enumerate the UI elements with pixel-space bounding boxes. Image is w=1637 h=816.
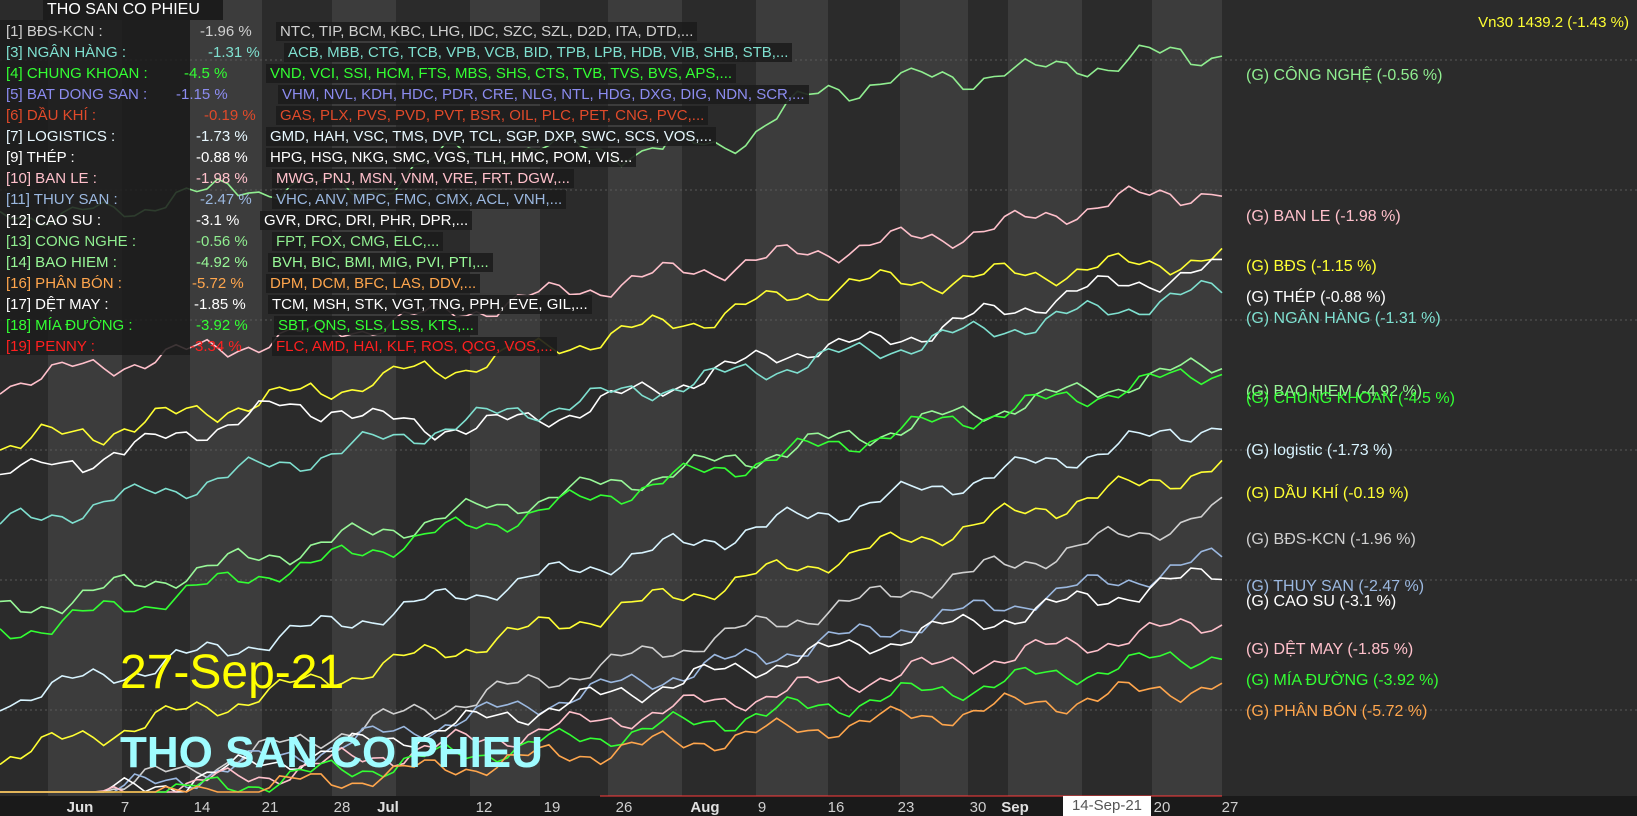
series-end-label: (G) PHÂN BÓN (-5.72 %) bbox=[1246, 703, 1428, 720]
x-tick-label: Jun bbox=[67, 799, 94, 816]
x-tick-label: 12 bbox=[476, 799, 493, 816]
x-tick-label: 28 bbox=[334, 799, 351, 816]
legend-sector-pct: -3.1 % bbox=[196, 212, 240, 229]
series-end-label: (G) CHUNG KHOAN (-4.5 %) bbox=[1246, 390, 1455, 407]
grid-band bbox=[900, 0, 968, 796]
legend-sector-stocks: GMD, HAH, VSC, TMS, DVP, TCL, SGP, DXP, … bbox=[266, 127, 717, 146]
legend-sector-name: [16] PHÂN BÓN : bbox=[6, 275, 122, 292]
legend-sector-pct: -1.15 % bbox=[176, 86, 228, 103]
grid-band bbox=[968, 0, 1008, 796]
legend-sector-name: [12] CAO SU : bbox=[6, 212, 102, 229]
vn30-index-label: Vn30 1439.2 (-1.43 %) bbox=[1478, 14, 1629, 31]
legend-sector-pct: -0.56 % bbox=[196, 233, 248, 250]
legend-sector-name: [3] NGÂN HÀNG : bbox=[6, 44, 127, 61]
legend-sector-name: [9] THÉP : bbox=[6, 149, 75, 166]
series-end-label: (G) BAN LE (-1.98 %) bbox=[1246, 208, 1401, 225]
legend-sector-name: [13] CONG NGHE : bbox=[6, 233, 137, 250]
legend-sector-name: [4] CHUNG KHOAN : bbox=[6, 65, 148, 82]
x-tick-label: 20 bbox=[1154, 799, 1171, 816]
legend-sector-stocks: HPG, HSG, NKG, SMC, VGS, TLH, HMC, POM, … bbox=[266, 148, 637, 167]
legend-sector-name: [1] BĐS-KCN : bbox=[6, 23, 103, 40]
series-end-label: (G) BĐS (-1.15 %) bbox=[1246, 258, 1377, 275]
legend-sector-stocks: FPT, FOX, CMG, ELC,... bbox=[272, 232, 444, 251]
legend-sector-stocks: GAS, PLX, PVS, PVD, PVT, BSR, OIL, PLC, … bbox=[276, 106, 709, 125]
x-tick-label: 14 bbox=[194, 799, 211, 816]
x-tick-label: Sep bbox=[1001, 799, 1029, 816]
x-tick-label: 16 bbox=[828, 799, 845, 816]
legend-sector-name: [17] DỆT MAY : bbox=[6, 296, 109, 313]
legend-sector-name: [19] PENNY : bbox=[6, 338, 95, 355]
legend-sector-pct: -4.5 % bbox=[184, 65, 228, 82]
legend-sector-name: [11] THUY SAN : bbox=[6, 191, 118, 208]
legend-sector-stocks: ACB, MBB, CTG, TCB, VPB, VCB, BID, TPB, … bbox=[284, 43, 793, 62]
legend-sector-name: [5] BAT DONG SAN : bbox=[6, 86, 148, 103]
x-axis-strip bbox=[0, 796, 1637, 816]
series-end-label: (G) CAO SU (-3.1 %) bbox=[1246, 593, 1397, 610]
series-end-label: (G) DẦU KHÍ (-0.19 %) bbox=[1246, 485, 1409, 502]
legend-sector-pct: -3.34 % bbox=[190, 338, 242, 355]
legend-sector-pct: -0.88 % bbox=[196, 149, 248, 166]
legend-sector-stocks: DPM, DCM, BFC, LAS, DDV,... bbox=[266, 274, 481, 293]
legend-sector-name: [6] DẦU KHÍ : bbox=[6, 107, 97, 124]
grid-band bbox=[756, 0, 828, 796]
legend-sector-stocks: GVR, DRC, DRI, PHR, DPR,... bbox=[260, 211, 473, 230]
x-tick-label: 7 bbox=[121, 799, 129, 816]
x-tick-label: 21 bbox=[262, 799, 279, 816]
legend-sector-name: [7] LOGISTICS : bbox=[6, 128, 116, 145]
series-end-label: (G) NGÂN HÀNG (-1.31 %) bbox=[1246, 310, 1441, 327]
chart-stage: Jun 7 14 21 28 Jul 12 19 26 Aug 9 16 23 30 Sep 20 27 THO… bbox=[0, 0, 1637, 816]
series-end-label: (G) DỆT MAY (-1.85 %) bbox=[1246, 641, 1414, 658]
x-tick-label: 23 bbox=[898, 799, 915, 816]
legend-sector-stocks: SBT, QNS, SLS, LSS, KTS,... bbox=[274, 316, 478, 335]
legend-sector-stocks: NTC, TIP, BCM, KBC, LHG, IDC, SZC, SZL, … bbox=[276, 22, 698, 41]
legend-sector-pct: -1.73 % bbox=[196, 128, 248, 145]
legend-sector-stocks: MWG, PNJ, MSN, VNM, VRE, FRT, DGW,... bbox=[272, 169, 574, 188]
legend-sector-pct: -1.31 % bbox=[208, 44, 260, 61]
x-tick-label: 19 bbox=[544, 799, 561, 816]
x-tick-label: Aug bbox=[690, 799, 719, 816]
watermark-date: 27-Sep-21 bbox=[120, 646, 345, 699]
legend-sector-stocks: TCM, MSH, STK, VGT, TNG, PPH, EVE, GIL,.… bbox=[268, 295, 592, 314]
legend-sector-stocks: VND, VCI, SSI, HCM, FTS, MBS, SHS, CTS, … bbox=[266, 64, 737, 83]
panel-title: THO SAN CO PHIEU bbox=[43, 0, 223, 20]
legend-sector-stocks: VHC, ANV, MPC, FMC, CMX, ACL, VNH,... bbox=[272, 190, 567, 209]
legend-sector-pct: -1.96 % bbox=[200, 23, 252, 40]
legend-sector-stocks: FLC, AMD, HAI, KLF, ROS, QCG, VOS,... bbox=[272, 337, 557, 356]
legend-sector-pct: -1.85 % bbox=[194, 296, 246, 313]
legend-sector-pct: -4.92 % bbox=[196, 254, 248, 271]
legend-sector-pct: -2.47 % bbox=[200, 191, 252, 208]
series-end-label: (G) MÍA ĐƯỜNG (-3.92 %) bbox=[1246, 672, 1439, 689]
x-tick-label: 27 bbox=[1222, 799, 1239, 816]
x-tick-label: 30 bbox=[970, 799, 987, 816]
legend-sector-name: [14] BAO HIEM : bbox=[6, 254, 117, 271]
x-tick-label: 9 bbox=[758, 799, 766, 816]
legend-sector-stocks: VHM, NVL, KDH, HDC, PDR, CRE, NLG, NTL, … bbox=[278, 85, 809, 104]
watermark-brand: THO SAN CO PHIEU bbox=[120, 728, 543, 777]
legend-sector-stocks: BVH, BIC, BMI, MIG, PVI, PTI,... bbox=[268, 253, 493, 272]
series-end-label: (G) THÉP (-0.88 %) bbox=[1246, 289, 1386, 306]
legend-sector-pct: -5.72 % bbox=[192, 275, 244, 292]
grid-band bbox=[1152, 0, 1222, 796]
x-tick-label: Jul bbox=[377, 799, 399, 816]
legend-sector-name: [10] BAN LE : bbox=[6, 170, 97, 187]
legend-sector-pct: -3.92 % bbox=[196, 317, 248, 334]
crosshair-date-label: 14-Sep-21 bbox=[1063, 796, 1151, 816]
x-tick-label: 26 bbox=[616, 799, 633, 816]
legend-sector-pct: -1.98 % bbox=[196, 170, 248, 187]
series-end-label: (G) CÔNG NGHỆ (-0.56 %) bbox=[1246, 67, 1443, 84]
legend-sector-name: [18] MÍA ĐƯỜNG : bbox=[6, 317, 133, 334]
series-end-label: (G) logistic (-1.73 %) bbox=[1246, 442, 1393, 459]
legend-sector-pct: -0.19 % bbox=[204, 107, 256, 124]
series-end-label: (G) BĐS-KCN (-1.96 %) bbox=[1246, 531, 1416, 548]
